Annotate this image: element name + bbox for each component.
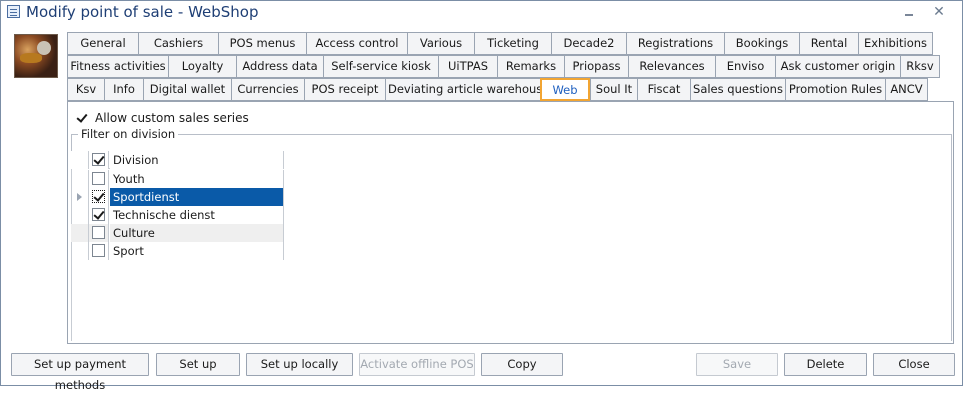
tab-enviso[interactable]: Enviso: [715, 55, 775, 78]
tab-loyalty[interactable]: Loyalty: [168, 55, 236, 78]
tab-bookings[interactable]: Bookings: [724, 32, 799, 55]
minimize-icon[interactable]: [900, 4, 918, 20]
allow-custom-sales-series-checkbox[interactable]: [76, 111, 89, 125]
tab-pos-receipt[interactable]: POS receipt: [304, 78, 385, 101]
close-icon[interactable]: ✕: [930, 4, 948, 20]
tab-ask-customer-origin[interactable]: Ask customer origin: [775, 55, 900, 78]
tab-fiscat[interactable]: Fiscat: [637, 78, 690, 101]
row-label: Sportdienst: [110, 188, 284, 206]
row-checkbox[interactable]: [92, 226, 105, 239]
tab-relevances[interactable]: Relevances: [628, 55, 715, 78]
table-row[interactable]: Sportdienst: [71, 188, 284, 206]
tab-ksv[interactable]: Ksv: [67, 78, 104, 101]
row-checkbox[interactable]: [92, 208, 105, 221]
tab-access-control[interactable]: Access control: [306, 32, 407, 55]
tab-uitpas[interactable]: UiTPAS: [438, 55, 497, 78]
tab-cashiers[interactable]: Cashiers: [138, 32, 218, 55]
table-row[interactable]: Youth: [71, 170, 284, 188]
tab-soul-it[interactable]: Soul It: [590, 78, 637, 101]
tab-pos-menus[interactable]: POS menus: [218, 32, 306, 55]
tab-self-service-kiosk[interactable]: Self-service kiosk: [323, 55, 438, 78]
grid-header-row: Division: [71, 151, 284, 169]
setup-button[interactable]: Set up: [156, 353, 240, 376]
tab-various[interactable]: Various: [407, 32, 474, 55]
tab-digital-wallet[interactable]: Digital wallet: [143, 78, 231, 101]
save-button[interactable]: Save: [696, 353, 778, 376]
row-indicator-arrow-icon: [77, 193, 82, 201]
tab-registrations[interactable]: Registrations: [626, 32, 724, 55]
row-label: Youth: [110, 170, 284, 188]
table-row[interactable]: Technische dienst: [71, 206, 284, 224]
delete-button[interactable]: Delete: [784, 353, 867, 376]
close-button[interactable]: Close: [873, 353, 955, 376]
filter-on-division-title: Filter on division: [78, 127, 179, 141]
tab-exhibitions[interactable]: Exhibitions: [858, 32, 933, 55]
select-all-checkbox[interactable]: [92, 153, 105, 166]
pos-logo-image: [14, 34, 58, 78]
copy-button[interactable]: Copy: [481, 353, 563, 376]
table-row[interactable]: Sport: [71, 242, 284, 260]
form-icon: [7, 5, 20, 18]
tab-remarks[interactable]: Remarks: [497, 55, 564, 78]
tab-web[interactable]: Web: [540, 78, 590, 101]
tab-rental[interactable]: Rental: [799, 32, 858, 55]
allow-custom-sales-series[interactable]: Allow custom sales series: [76, 111, 249, 125]
web-tab-panel: Allow custom sales series Filter on divi…: [67, 101, 954, 344]
row-checkbox[interactable]: [92, 190, 105, 203]
tab-ancv[interactable]: ANCV: [885, 78, 928, 101]
row-checkbox[interactable]: [92, 244, 105, 257]
tab-info[interactable]: Info: [104, 78, 143, 101]
tab-decade2[interactable]: Decade2: [551, 32, 626, 55]
title-bar: Modify point of sale - WebShop ✕: [1, 1, 962, 24]
row-checkbox[interactable]: [92, 172, 105, 185]
select-all-cell[interactable]: [89, 151, 109, 169]
tab-ticketing[interactable]: Ticketing: [474, 32, 551, 55]
tab-general[interactable]: General: [67, 32, 138, 55]
allow-custom-sales-series-label: Allow custom sales series: [95, 111, 249, 125]
tab-deviating-article-warehouses[interactable]: Deviating article warehouses: [385, 78, 555, 101]
activate-offline-pos-button[interactable]: Activate offline POS: [359, 353, 475, 376]
column-header-division[interactable]: Division: [110, 151, 284, 169]
setup-payment-methods-button[interactable]: Set up payment methods: [11, 353, 149, 392]
window-title: Modify point of sale - WebShop: [26, 3, 259, 21]
tab-promotion-rules[interactable]: Promotion Rules: [785, 78, 885, 101]
tab-priopass[interactable]: Priopass: [564, 55, 628, 78]
modify-pos-window: Modify point of sale - WebShop ✕ General…: [0, 0, 963, 392]
row-label: Technische dienst: [110, 206, 284, 224]
setup-locally-button[interactable]: Set up locally: [246, 353, 353, 376]
table-row[interactable]: Culture: [71, 224, 284, 242]
tab-address-data[interactable]: Address data: [236, 55, 323, 78]
tab-currencies[interactable]: Currencies: [231, 78, 304, 101]
row-label: Culture: [110, 224, 284, 242]
row-label: Sport: [110, 242, 284, 260]
tab-sales-questions[interactable]: Sales questions: [690, 78, 785, 101]
tab-fitness-activities[interactable]: Fitness activities: [67, 55, 168, 78]
tab-rksv[interactable]: Rksv: [900, 55, 940, 78]
